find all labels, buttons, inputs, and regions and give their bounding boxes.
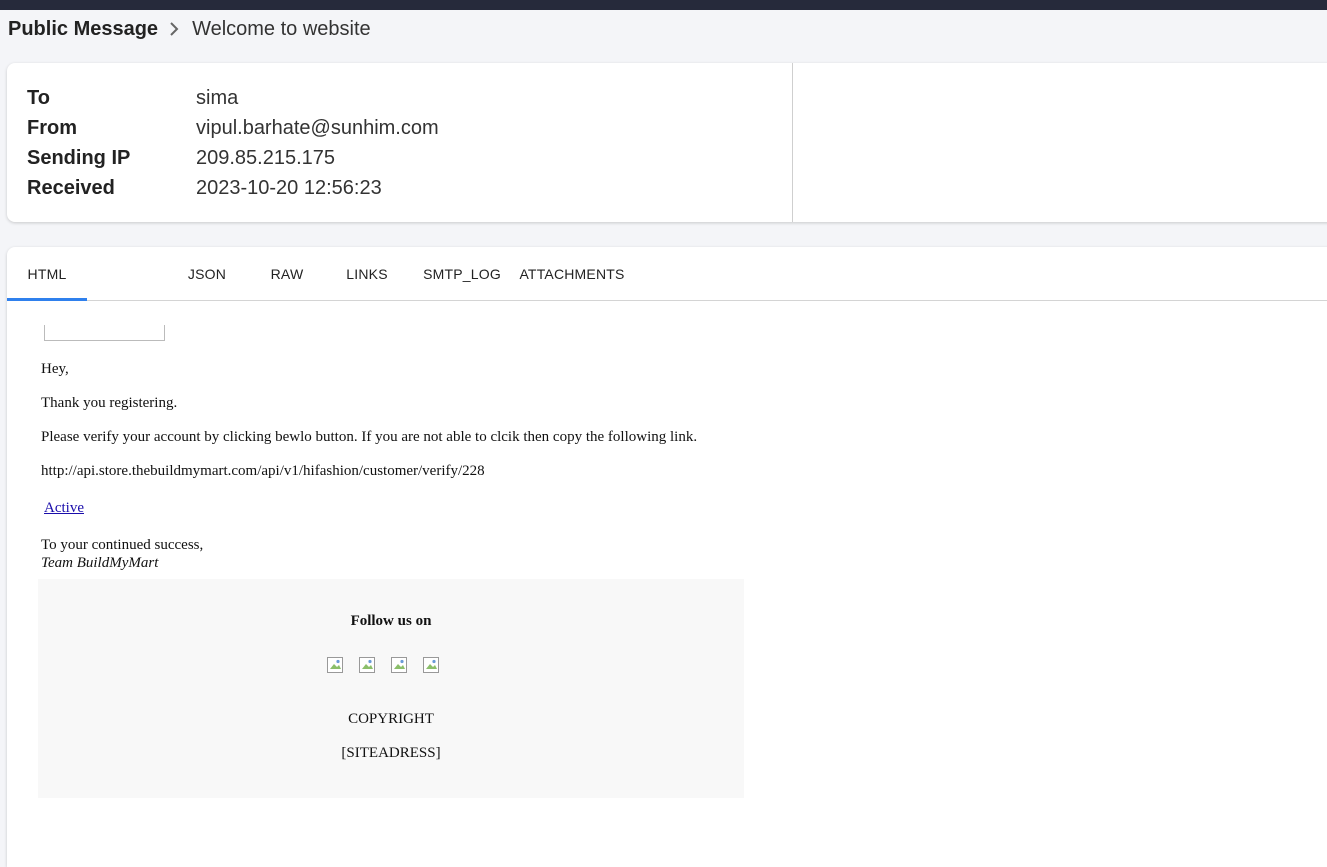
chevron-right-icon [164,19,184,39]
email-verify-url: http://api.store.thebuildmymart.com/api/… [41,463,485,479]
meta-value: 2023-10-20 12:56:23 [196,176,382,199]
email-instructions: Please verify your account by clicking b… [41,429,698,445]
email-greeting: Hey, [41,361,69,377]
tab-attachments[interactable]: ATTACHMENTS [517,247,627,300]
meta-value: vipul.barhate@sunhim.com [196,116,439,139]
message-body-card: HTML JSON RAW LINKS SMTP_LOG ATTACHMENTS… [7,247,1327,867]
email-closing: To your continued success, [41,537,204,553]
follow-us-heading: Follow us on [350,613,432,629]
message-header-card: To sima From vipul.barhate@sunhim.com Se… [7,63,1327,222]
meta-row-received: Received 2023-10-20 12:56:23 [27,173,382,203]
site-address-text: [SITEADRESS] [341,745,441,761]
meta-label: To [27,86,50,109]
top-bar [0,0,1327,10]
broken-image-icon[interactable] [359,657,375,673]
meta-label: Sending IP [27,146,131,169]
meta-row-from: From vipul.barhate@sunhim.com [27,113,439,143]
broken-image-icon[interactable] [391,657,407,673]
meta-row-sending-ip: Sending IP 209.85.215.175 [27,143,335,173]
meta-row-to: To sima [27,83,238,113]
tab-html[interactable]: HTML [7,247,87,301]
tab-links[interactable]: LINKS [337,247,397,300]
header-divider [792,63,793,222]
email-signature: Team BuildMyMart [41,555,159,571]
broken-image-icon[interactable] [423,657,439,673]
social-icons [327,657,439,673]
copyright-text: COPYRIGHT [348,711,434,727]
active-link-text[interactable]: Active [44,500,84,516]
email-thanks: Thank you registering. [41,395,178,411]
meta-value: sima [196,86,239,109]
tab-json[interactable]: JSON [177,247,237,300]
tab-smtp-log[interactable]: SMTP_LOG [420,247,504,300]
meta-label: From [27,116,77,139]
broken-image-icon[interactable] [327,657,343,673]
email-footer: Follow us on COPYRIGHT [SITEADRESS] [38,579,744,798]
tab-raw[interactable]: RAW [257,247,317,300]
meta-value: 209.85.215.175 [196,146,336,169]
breadcrumb-root[interactable]: Public Message [8,18,158,41]
broken-logo-image [44,325,165,341]
view-tabs: HTML JSON RAW LINKS SMTP_LOG ATTACHMENTS [7,247,1327,301]
meta-label: Received [27,176,115,199]
breadcrumb: Public Message Welcome to website [8,16,371,42]
breadcrumb-current: Welcome to website [192,17,371,40]
active-link[interactable]: Active [44,500,84,517]
